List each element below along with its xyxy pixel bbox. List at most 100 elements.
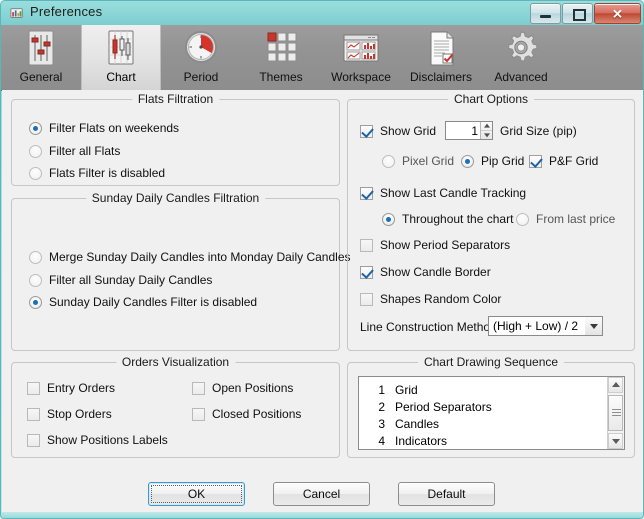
list-item[interactable]: 3 Candles xyxy=(359,415,624,432)
radio-filter-all-sunday[interactable]: Filter all Sunday Daily Candles xyxy=(29,273,212,287)
list-item[interactable]: 4 Indicators xyxy=(359,432,624,449)
grid-size-label: Grid Size (pip) xyxy=(500,124,577,138)
radio-merge-sunday-into-monday[interactable]: Merge Sunday Daily Candles into Monday D… xyxy=(29,250,351,264)
checkbox-indicator xyxy=(192,381,205,395)
radio-pip-grid[interactable]: Pip Grid xyxy=(461,154,524,168)
close-button[interactable]: ✕ xyxy=(594,3,641,24)
checkbox-shapes-random-color[interactable]: Shapes Random Color xyxy=(360,292,501,306)
radio-indicator xyxy=(29,121,42,135)
scroll-down-button[interactable] xyxy=(608,433,623,449)
checkbox-label: Show Candle Border xyxy=(380,265,491,279)
checkbox-open-positions[interactable]: Open Positions xyxy=(192,381,293,395)
radio-filter-all-flats[interactable]: Filter all Flats xyxy=(29,144,120,158)
tab-general[interactable]: General xyxy=(1,25,81,90)
radio-throughout-the-chart[interactable]: Throughout the chart xyxy=(382,212,513,226)
line-construction-select[interactable]: (High + Low) / 2 xyxy=(488,316,603,336)
checkbox-show-last-candle-tracking[interactable]: Show Last Candle Tracking xyxy=(360,186,526,200)
radio-indicator xyxy=(29,144,42,158)
drawing-sequence-listbox[interactable]: 1 Grid 2 Period Separators 3 Candles 4 I… xyxy=(358,376,625,450)
tab-general-label: General xyxy=(19,70,63,84)
list-item-number: 2 xyxy=(378,399,385,414)
grid-size-input[interactable] xyxy=(448,123,480,138)
app-chart-icon xyxy=(10,8,23,18)
list-item-number: 3 xyxy=(378,416,385,431)
window-controls: ✕ xyxy=(529,3,641,24)
checkbox-indicator xyxy=(360,265,373,279)
radio-indicator xyxy=(516,212,529,226)
radio-indicator xyxy=(382,212,395,226)
group-orders-visualization-title: Orders Visualization xyxy=(115,355,236,369)
radio-from-last-price[interactable]: From last price xyxy=(516,212,615,226)
checkbox-indicator xyxy=(360,186,373,200)
radio-sunday-filter-disabled[interactable]: Sunday Daily Candles Filter is disabled xyxy=(29,295,257,309)
listbox-scrollbar[interactable] xyxy=(607,377,624,449)
checkbox-pf-grid[interactable]: P&F Grid xyxy=(529,154,598,168)
tab-chart[interactable]: Chart xyxy=(81,25,161,90)
radio-label: From last price xyxy=(536,212,616,226)
checkbox-show-period-separators[interactable]: Show Period Separators xyxy=(360,238,510,252)
radio-label: Pixel Grid xyxy=(402,154,455,168)
checkbox-indicator xyxy=(360,124,373,138)
list-item-label: Candles xyxy=(395,416,440,431)
list-item[interactable]: 1 Grid xyxy=(359,381,624,398)
list-item-number: 1 xyxy=(378,382,385,397)
tab-disclaimers-label: Disclaimers xyxy=(409,70,472,84)
radio-indicator xyxy=(29,166,42,180)
title-bar: Preferences ✕ xyxy=(1,1,643,25)
scroll-up-button[interactable] xyxy=(608,377,623,393)
radio-indicator xyxy=(29,295,42,309)
clock-icon xyxy=(185,31,217,63)
radio-flats-filter-disabled[interactable]: Flats Filter is disabled xyxy=(29,166,165,180)
tab-disclaimers[interactable]: Disclaimers xyxy=(401,25,481,90)
window-footer-edge xyxy=(1,512,643,518)
stepper-up[interactable] xyxy=(481,122,492,131)
scrollbar-grip-icon xyxy=(612,409,621,417)
minimize-button[interactable] xyxy=(530,3,561,24)
scrollbar-thumb[interactable] xyxy=(608,395,623,431)
grid-size-label-wrap: Grid Size (pip) xyxy=(500,124,577,138)
radio-filter-flats-weekends[interactable]: Filter Flats on weekends xyxy=(29,121,179,135)
ok-button-label: OK xyxy=(187,487,206,501)
checkbox-show-candle-border[interactable]: Show Candle Border xyxy=(360,265,491,279)
tab-workspace[interactable]: Workspace xyxy=(321,25,401,90)
cancel-button-label: Cancel xyxy=(302,487,341,501)
checkbox-stop-orders[interactable]: Stop Orders xyxy=(27,407,112,421)
stepper-down[interactable] xyxy=(481,131,492,139)
checkbox-label: Open Positions xyxy=(212,381,294,395)
chevron-down-icon[interactable] xyxy=(585,317,602,335)
radio-pixel-grid[interactable]: Pixel Grid xyxy=(382,154,454,168)
radio-label: Pip Grid xyxy=(481,154,525,168)
maximize-button[interactable] xyxy=(562,3,593,24)
group-chart-options: Chart Options Show Grid Grid Size (pip) xyxy=(347,92,635,351)
tab-advanced-label: Advanced xyxy=(494,70,548,84)
checkbox-show-positions-labels[interactable]: Show Positions Labels xyxy=(27,433,168,447)
checkbox-indicator xyxy=(192,407,205,421)
stepper-arrows[interactable] xyxy=(480,122,492,139)
tab-advanced[interactable]: Advanced xyxy=(481,25,561,90)
default-button-label: Default xyxy=(427,487,466,501)
line-construction-label-wrap: Line Construction Method xyxy=(360,320,497,334)
tab-themes[interactable]: Themes xyxy=(241,25,321,90)
checkbox-label: Show Period Separators xyxy=(380,238,511,252)
checkbox-label: P&F Grid xyxy=(549,154,599,168)
window-title: Preferences xyxy=(30,4,103,19)
checkbox-indicator xyxy=(27,381,40,395)
radio-indicator xyxy=(461,154,474,168)
tab-chart-label: Chart xyxy=(106,70,136,84)
checkbox-label: Show Last Candle Tracking xyxy=(380,186,527,200)
cancel-button[interactable]: Cancel xyxy=(273,482,370,506)
checkbox-entry-orders[interactable]: Entry Orders xyxy=(27,381,115,395)
checkbox-closed-positions[interactable]: Closed Positions xyxy=(192,407,301,421)
candlestick-icon xyxy=(108,30,134,65)
line-construction-label: Line Construction Method xyxy=(360,320,497,334)
radio-label: Flats Filter is disabled xyxy=(49,166,166,180)
tab-period-label: Period xyxy=(183,70,219,84)
line-construction-value: (High + Low) / 2 xyxy=(493,319,579,333)
group-chart-drawing-sequence-title: Chart Drawing Sequence xyxy=(417,355,565,369)
grid-size-stepper[interactable] xyxy=(445,121,493,140)
default-button[interactable]: Default xyxy=(398,482,495,506)
ok-button[interactable]: OK xyxy=(148,482,245,506)
tab-period[interactable]: Period xyxy=(161,25,241,90)
checkbox-show-grid[interactable]: Show Grid xyxy=(360,124,436,138)
list-item[interactable]: 2 Period Separators xyxy=(359,398,624,415)
